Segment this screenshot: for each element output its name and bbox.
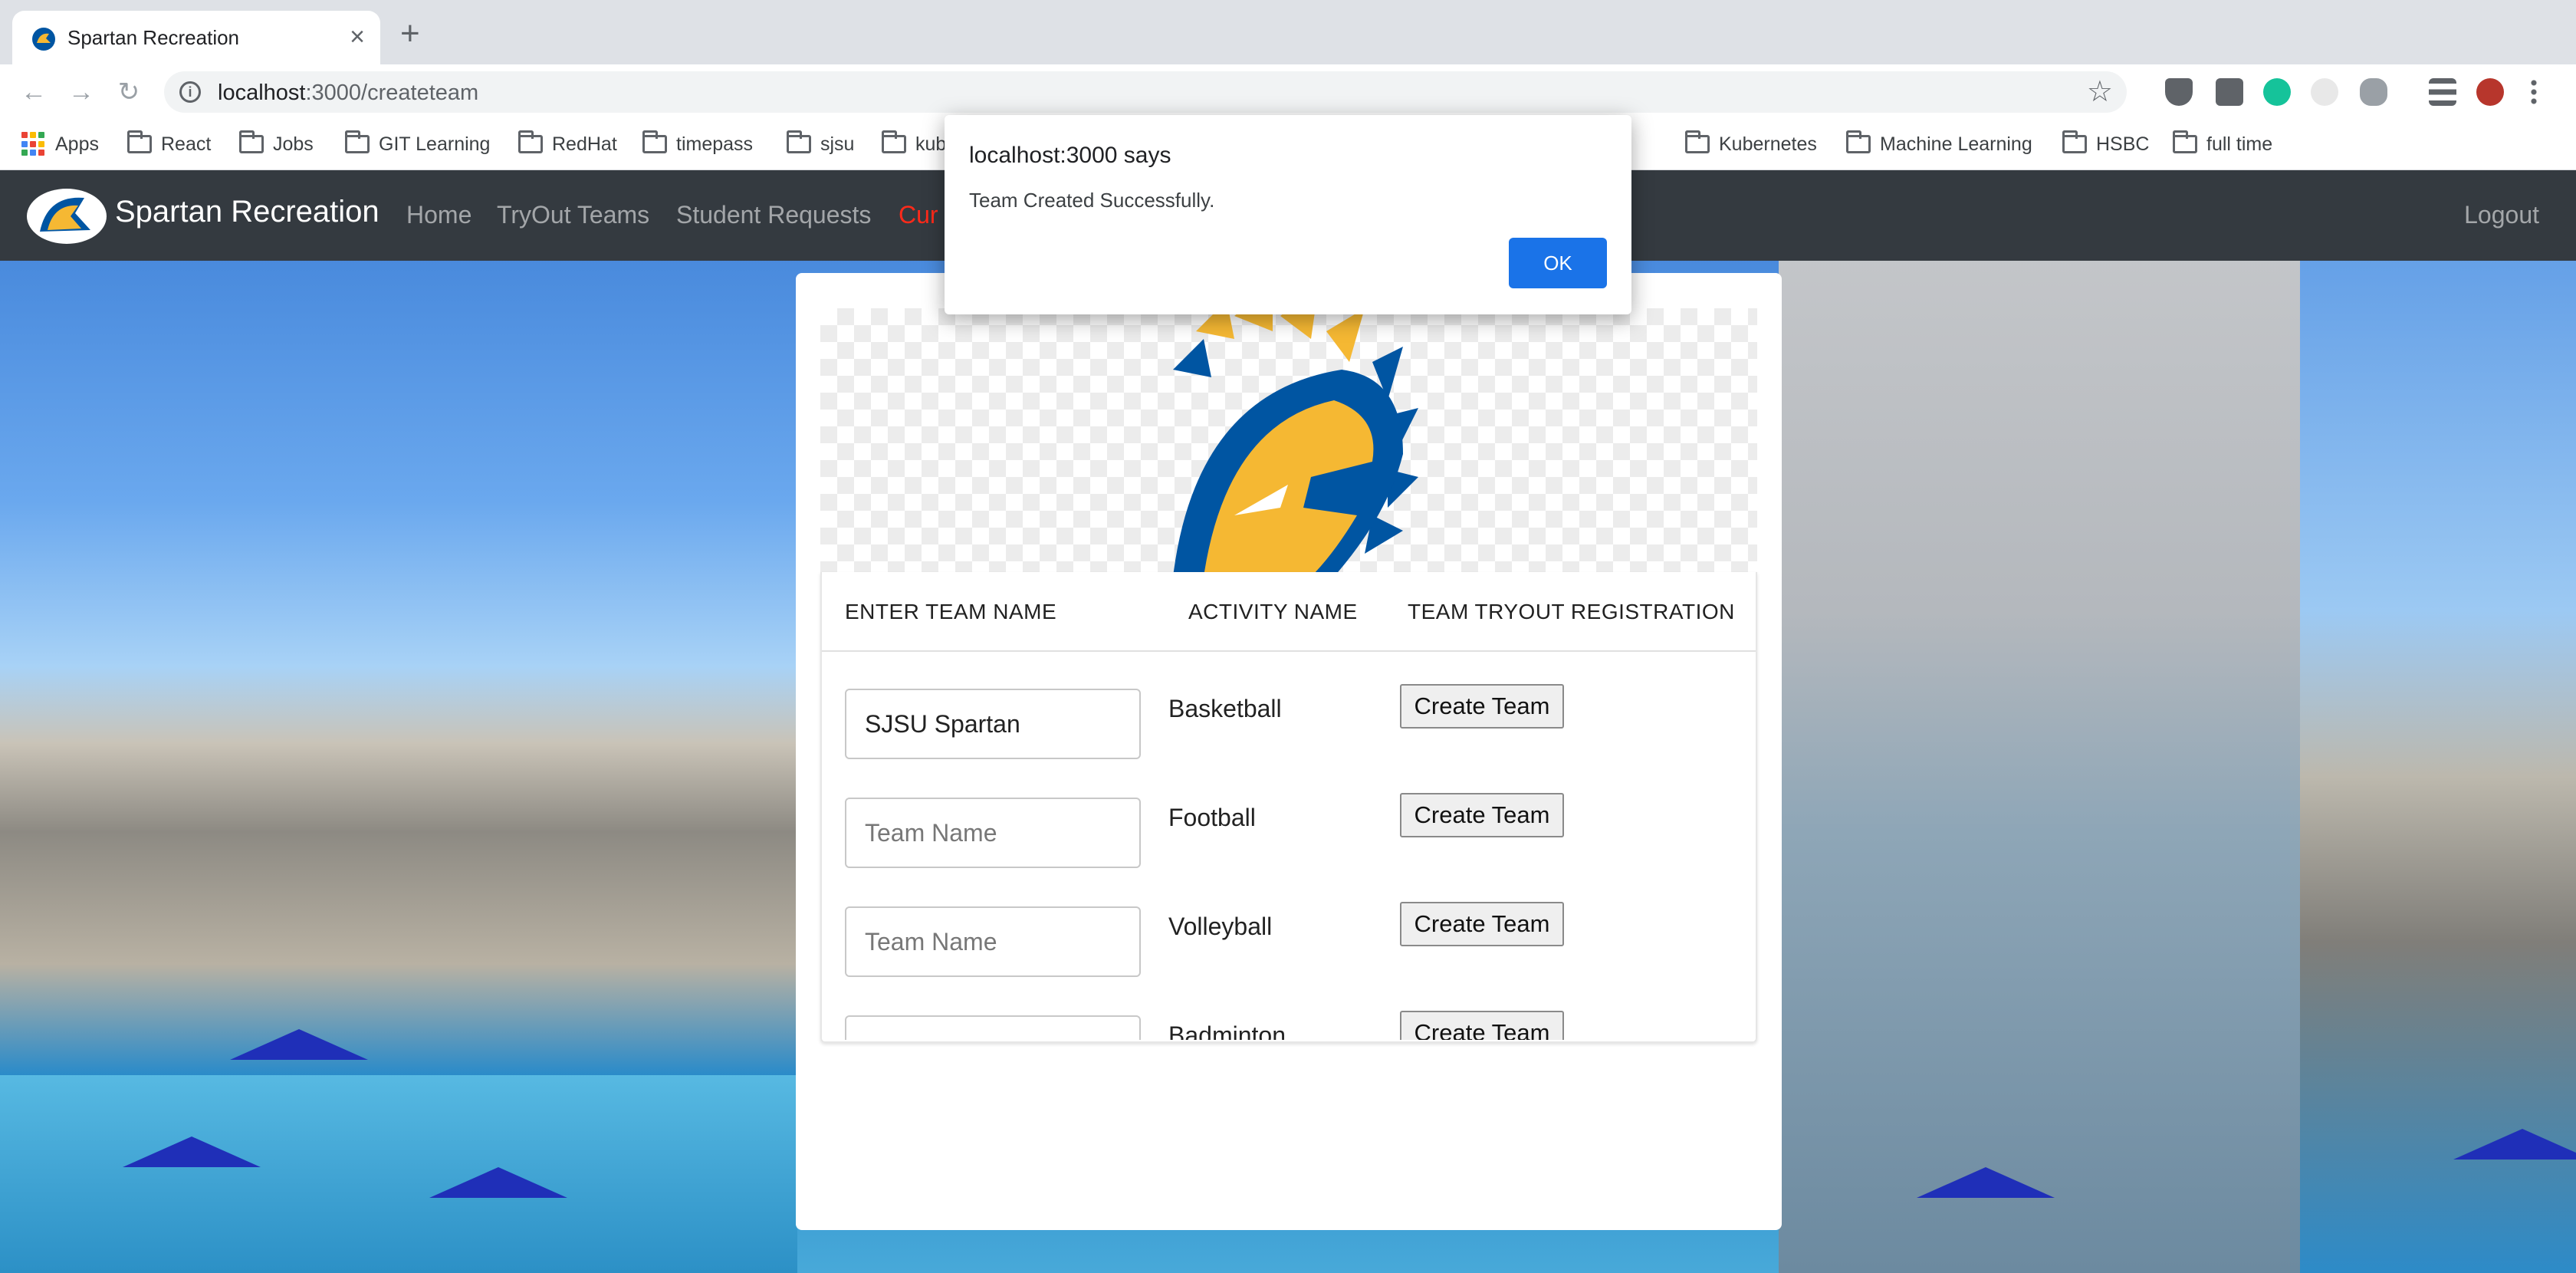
bookmark-folder[interactable]: GIT Learning	[345, 130, 490, 158]
tab-close-icon[interactable]: ×	[350, 21, 365, 52]
folder-icon	[2173, 130, 2197, 153]
table-row: Basketball Create Team	[822, 652, 1756, 761]
spartan-logo-icon[interactable]	[25, 186, 109, 247]
bookmark-folder[interactable]: sjsu	[787, 130, 854, 158]
folder-icon	[882, 130, 906, 153]
alert-message: Team Created Successfully.	[969, 189, 1215, 212]
extension-icon[interactable]	[2311, 78, 2338, 106]
column-header: ENTER TEAM NAME	[845, 600, 1057, 623]
bookmark-folder[interactable]: Machine Learning	[1846, 130, 2032, 158]
new-tab-icon[interactable]: +	[400, 17, 420, 51]
team-name-input[interactable]	[845, 1015, 1141, 1040]
bookmark-folder[interactable]: Kubernetes	[1685, 130, 1817, 158]
nav-link-home[interactable]: Home	[406, 201, 472, 229]
bookmark-folder[interactable]: full time	[2173, 130, 2272, 158]
spartan-mascot-icon	[1173, 308, 1418, 572]
bookmark-star-icon[interactable]: ☆	[2087, 76, 2113, 108]
bookmark-folder[interactable]: HSBC	[2062, 130, 2149, 158]
team-table: ENTER TEAM NAME ACTIVITY NAME TEAM TRYOU…	[820, 572, 1757, 1043]
spartan-hero-image	[820, 308, 1757, 572]
folder-icon	[1846, 130, 1871, 153]
cloud-extension-icon[interactable]	[2360, 78, 2387, 106]
folder-icon	[345, 130, 370, 153]
address-bar[interactable]: i localhost:3000/createteam ☆	[164, 71, 2127, 113]
browser-tab-strip: Spartan Recreation × +	[0, 0, 2576, 64]
column-header: ACTIVITY NAME	[1188, 600, 1358, 623]
bookmark-folder[interactable]: Jobs	[239, 130, 314, 158]
folder-icon	[2062, 130, 2087, 153]
bookmark-folder[interactable]: timepass	[642, 130, 753, 158]
menu-kebab-icon[interactable]	[2530, 78, 2538, 106]
profile-avatar[interactable]	[2476, 78, 2504, 106]
folder-icon	[127, 130, 152, 153]
create-team-button[interactable]: Create Team	[1400, 684, 1564, 729]
reload-icon[interactable]: ↻	[112, 75, 146, 109]
spartan-favicon-icon	[32, 28, 55, 51]
url-text[interactable]: localhost:3000/createteam	[218, 81, 478, 106]
table-header: ENTER TEAM NAME ACTIVITY NAME TEAM TRYOU…	[822, 572, 1756, 652]
create-team-button[interactable]: Create Team	[1400, 1011, 1564, 1040]
browser-toolbar: ← → ↻ i localhost:3000/createteam ☆	[0, 64, 2576, 120]
page-viewport: Spartan Recreation Home TryOut Teams Stu…	[0, 170, 2576, 1273]
team-name-input[interactable]	[845, 906, 1141, 977]
browser-tab[interactable]: Spartan Recreation ×	[12, 11, 380, 64]
activity-name: Badminton	[1168, 1021, 1286, 1040]
back-arrow-icon[interactable]: ←	[17, 75, 51, 109]
nav-link-current[interactable]: Cur	[899, 201, 938, 229]
grammarly-extension-icon[interactable]	[2263, 78, 2291, 106]
folder-icon	[642, 130, 667, 153]
folder-icon	[518, 130, 543, 153]
folder-icon	[787, 130, 811, 153]
alert-dialog: localhost:3000 says Team Created Success…	[945, 115, 1631, 314]
folder-icon	[239, 130, 264, 153]
team-name-input[interactable]	[845, 689, 1141, 759]
column-header: TEAM TRYOUT REGISTRATION	[1408, 600, 1735, 623]
forward-arrow-icon[interactable]: →	[64, 75, 98, 109]
nav-link-student-requests[interactable]: Student Requests	[676, 201, 871, 229]
brand-title[interactable]: Spartan Recreation	[115, 195, 380, 229]
facebook-extension-icon[interactable]	[2216, 78, 2243, 106]
folder-icon	[1685, 130, 1710, 153]
activity-name: Football	[1168, 804, 1256, 831]
create-team-button[interactable]: Create Team	[1400, 793, 1564, 837]
nav-link-tryout-teams[interactable]: TryOut Teams	[497, 201, 649, 229]
table-row: Football Create Team	[822, 761, 1756, 870]
bookmark-apps[interactable]: Apps	[21, 130, 99, 158]
alert-ok-button[interactable]: OK	[1509, 238, 1607, 288]
shield-extension-icon[interactable]	[2165, 78, 2193, 106]
apps-grid-icon	[21, 132, 46, 156]
create-team-button[interactable]: Create Team	[1400, 902, 1564, 946]
bookmark-folder[interactable]: kub	[882, 130, 946, 158]
team-name-input[interactable]	[845, 798, 1141, 868]
tab-title: Spartan Recreation	[67, 26, 240, 49]
activity-name: Volleyball	[1168, 913, 1273, 940]
table-row: Badminton Create Team	[822, 979, 1756, 1040]
create-team-card: ENTER TEAM NAME ACTIVITY NAME TEAM TRYOU…	[796, 273, 1782, 1230]
activity-name: Basketball	[1168, 695, 1282, 722]
logout-link[interactable]: Logout	[2464, 201, 2539, 229]
site-info-icon[interactable]: i	[179, 81, 201, 103]
alert-title: localhost:3000 says	[969, 143, 1171, 168]
bookmark-folder[interactable]: RedHat	[518, 130, 617, 158]
media-queue-icon[interactable]	[2429, 78, 2456, 106]
table-row: Volleyball Create Team	[822, 870, 1756, 979]
bookmark-folder[interactable]: React	[127, 130, 211, 158]
